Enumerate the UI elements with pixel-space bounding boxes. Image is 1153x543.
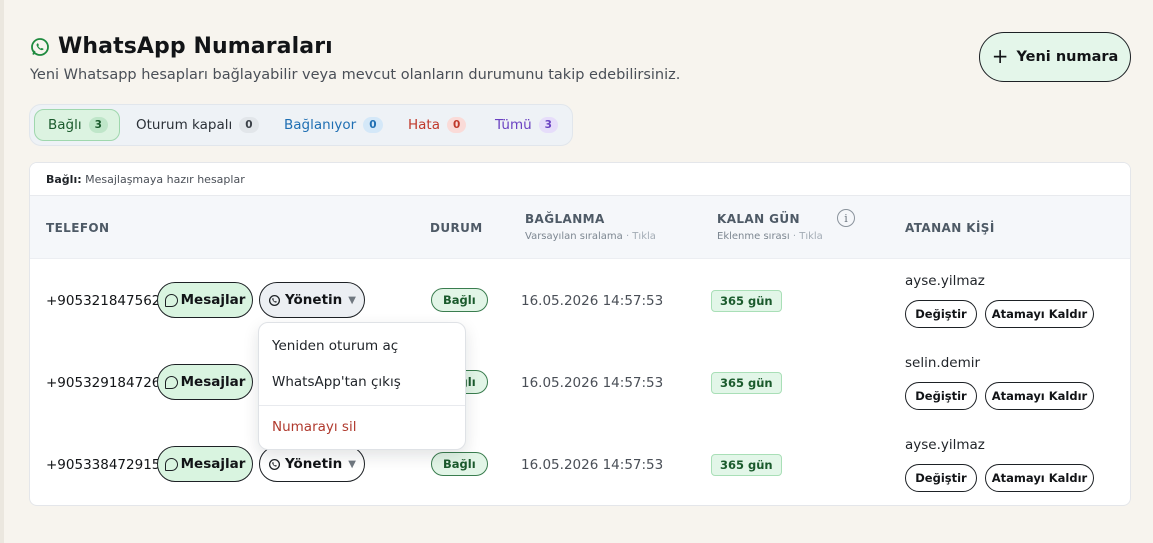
- tab-count: 0: [363, 116, 383, 134]
- left-edge: [0, 0, 4, 543]
- whatsapp-numbers-page: WhatsApp Numaraları Yeni Whatsapp hesapl…: [0, 0, 1153, 543]
- remove-assignee-button[interactable]: Atamayı Kaldır: [985, 300, 1094, 328]
- assignee-name: ayse.yilmaz: [905, 437, 985, 453]
- status-badge: Bağlı: [431, 452, 488, 476]
- phone-number: +905329184726: [46, 375, 161, 391]
- manage-button[interactable]: Yönetin ▼: [259, 282, 365, 318]
- chat-bubble-icon: [164, 457, 178, 471]
- new-number-label: Yeni numara: [1016, 49, 1119, 65]
- menu-divider: [259, 405, 465, 406]
- remaining-days-badge: 365 gün: [711, 290, 782, 312]
- column-remaining-sort[interactable]: KALAN GÜN: [717, 212, 800, 226]
- plus-icon: +: [991, 44, 1009, 68]
- tab-logged-out[interactable]: Oturum kapalı 0: [123, 109, 272, 141]
- tab-count: 3: [88, 116, 108, 134]
- connection-date: 16.05.2026 14:57:53: [521, 375, 664, 391]
- whatsapp-icon: [268, 458, 281, 470]
- phone-number: +905338472915: [46, 457, 161, 473]
- sort-mode: Varsayılan sıralama: [525, 231, 623, 242]
- messages-label: Mesajlar: [180, 292, 246, 308]
- click-hint: · Tıkla: [789, 231, 823, 242]
- menu-item-delete-number[interactable]: Numarayı sil: [272, 419, 356, 435]
- table-row: +905338472915 Mesajlar Yönetin ▼ Bağlı 1…: [30, 424, 1130, 505]
- info-icon[interactable]: i: [837, 209, 855, 227]
- messages-button[interactable]: Mesajlar: [157, 446, 253, 482]
- whatsapp-icon: [268, 294, 281, 306]
- tab-connected[interactable]: Bağlı 3: [34, 109, 120, 141]
- column-connection-subtitle: Varsayılan sıralama · Tıkla: [525, 231, 656, 242]
- tab-label: Hata: [408, 117, 440, 133]
- tab-count: 3: [538, 116, 558, 134]
- table-caption: Bağlı: Mesajlaşmaya hazır hesaplar: [30, 163, 1130, 196]
- chat-bubble-icon: [164, 375, 178, 389]
- change-assignee-button[interactable]: Değiştir: [905, 464, 977, 492]
- status-badge: Bağlı: [431, 288, 488, 312]
- tab-count: 0: [447, 116, 467, 134]
- tab-label: Oturum kapalı: [136, 117, 233, 133]
- remove-assignee-button[interactable]: Atamayı Kaldır: [985, 382, 1094, 410]
- status-filter-tabs: Bağlı 3 Oturum kapalı 0 Bağlanıyor 0 Hat…: [29, 104, 573, 146]
- manage-label: Yönetin: [285, 456, 343, 472]
- manage-label: Yönetin: [285, 292, 343, 308]
- messages-label: Mesajlar: [180, 456, 246, 472]
- table-row: +905321847562 Mesajlar Yönetin ▼ Bağlı 1…: [30, 260, 1130, 342]
- caret-down-icon: ▼: [348, 294, 356, 306]
- tab-all[interactable]: Tümü 3: [482, 109, 571, 141]
- numbers-table: Bağlı: Mesajlaşmaya hazır hesaplar TELEF…: [29, 162, 1131, 506]
- assignee-name: ayse.yilmaz: [905, 273, 985, 289]
- connection-date: 16.05.2026 14:57:53: [521, 293, 664, 309]
- phone-number: +905321847562: [46, 293, 161, 309]
- table-header: TELEFON DURUM BAĞLANMA Varsayılan sırala…: [30, 196, 1130, 259]
- page-header: WhatsApp Numaraları: [30, 34, 333, 59]
- assignee-name: selin.demir: [905, 355, 981, 371]
- tab-label: Tümü: [495, 117, 532, 133]
- caption-text: Mesajlaşmaya hazır hesaplar: [81, 173, 245, 186]
- tab-connecting[interactable]: Bağlanıyor 0: [271, 109, 396, 141]
- menu-item-relogin[interactable]: Yeniden oturum aç: [272, 338, 398, 354]
- click-hint: · Tıkla: [622, 231, 656, 242]
- tab-label: Bağlı: [48, 117, 82, 133]
- column-connection-sort[interactable]: BAĞLANMA: [525, 212, 605, 226]
- new-number-button[interactable]: + Yeni numara: [979, 32, 1131, 82]
- column-assignee: ATANAN KİŞİ: [905, 221, 995, 235]
- tab-count: 0: [239, 116, 259, 134]
- tab-label: Bağlanıyor: [284, 117, 357, 133]
- tab-error[interactable]: Hata 0: [395, 109, 479, 141]
- remaining-days-badge: 365 gün: [711, 454, 782, 476]
- manage-button[interactable]: Yönetin ▼: [259, 446, 365, 482]
- menu-item-logout[interactable]: WhatsApp'tan çıkış: [272, 374, 401, 390]
- messages-button[interactable]: Mesajlar: [157, 282, 253, 318]
- change-assignee-button[interactable]: Değiştir: [905, 382, 977, 410]
- column-phone: TELEFON: [46, 221, 110, 235]
- chat-bubble-icon: [164, 293, 178, 307]
- column-remaining-subtitle: Eklenme sırası · Tıkla: [717, 231, 823, 242]
- sort-mode: Eklenme sırası: [717, 231, 790, 242]
- connection-date: 16.05.2026 14:57:53: [521, 457, 664, 473]
- manage-dropdown-menu: Yeniden oturum aç WhatsApp'tan çıkış Num…: [258, 322, 466, 450]
- remaining-days-badge: 365 gün: [711, 372, 782, 394]
- page-title: WhatsApp Numaraları: [58, 34, 333, 59]
- table-row: +905329184726 Mesajlar Bağlı 16.05.2026 …: [30, 342, 1130, 424]
- page-subtitle: Yeni Whatsapp hesapları bağlayabilir vey…: [30, 67, 681, 83]
- caption-status: Bağlı:: [46, 173, 82, 186]
- change-assignee-button[interactable]: Değiştir: [905, 300, 977, 328]
- caret-down-icon: ▼: [348, 458, 356, 470]
- remove-assignee-button[interactable]: Atamayı Kaldır: [985, 464, 1094, 492]
- messages-button[interactable]: Mesajlar: [157, 364, 253, 400]
- messages-label: Mesajlar: [180, 374, 246, 390]
- column-status: DURUM: [430, 221, 483, 235]
- whatsapp-icon: [31, 37, 49, 56]
